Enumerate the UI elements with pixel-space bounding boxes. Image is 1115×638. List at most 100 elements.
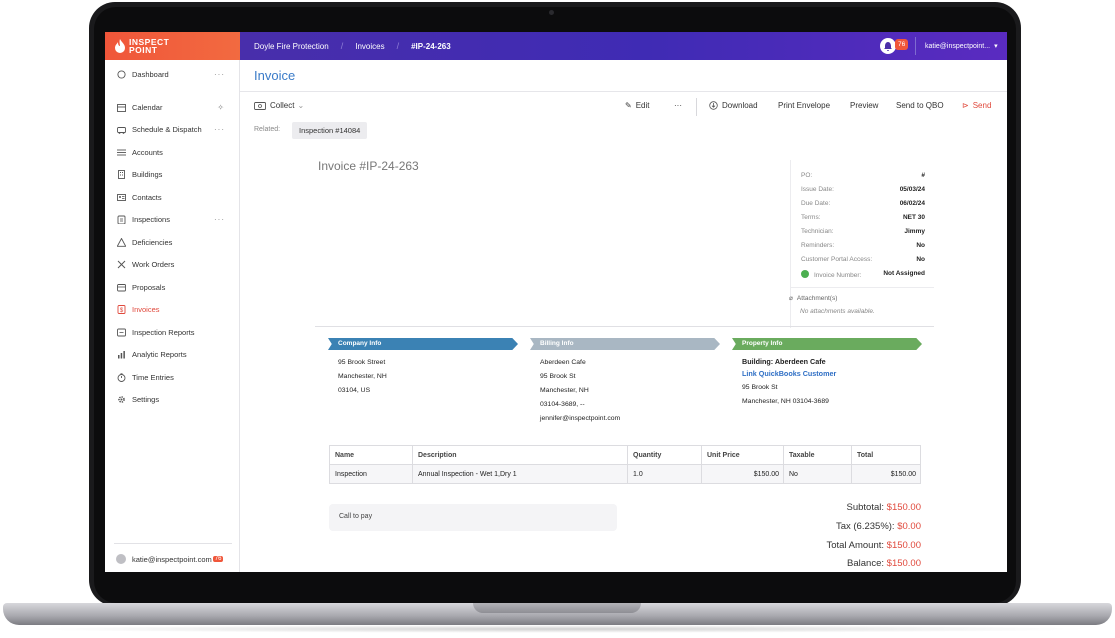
send-to-qbo-button[interactable]: Send to QBO — [896, 101, 944, 110]
sidebar-item-schedule[interactable]: Schedule & Dispatch ··· — [105, 119, 240, 139]
sidebar-item-accounts[interactable]: Accounts — [105, 142, 240, 162]
sidebar-item-label: Time Entries — [132, 372, 174, 382]
cell-taxable: No — [783, 464, 852, 484]
divider — [240, 91, 1007, 92]
notifications-button[interactable] — [880, 38, 896, 54]
app-logo[interactable]: INSPECT POINT — [105, 32, 240, 60]
sidebar-item-invoices[interactable]: $ Invoices — [105, 299, 240, 319]
report-icon — [116, 327, 126, 337]
sidebar-user[interactable]: katie@inspectpoint.com 76 — [116, 554, 224, 564]
edit-label: Edit — [635, 101, 650, 110]
camera-dot — [549, 10, 554, 15]
column-header: Description — [412, 445, 628, 465]
billing-info-header: Billing Info — [530, 338, 720, 350]
more-actions-button[interactable]: ··· — [674, 101, 682, 110]
preview-button[interactable]: Preview — [850, 101, 878, 110]
sidebar-item-settings[interactable]: Settings — [105, 389, 240, 409]
page-title: Invoice — [254, 68, 296, 83]
meta-issue-date: Issue Date: 05/03/24 — [801, 186, 925, 193]
line-items-table: Name Description Quantity Unit Price Tax… — [329, 445, 921, 484]
bar-chart-icon — [116, 349, 126, 359]
sidebar-item-label: Contacts — [132, 192, 162, 202]
column-header: Total — [851, 445, 921, 465]
related-label: Related: — [254, 126, 281, 133]
sidebar-item-label: Work Orders — [132, 259, 175, 269]
sidebar: Dashboard ··· Calendar ✧ Schedule & Disp… — [105, 60, 240, 572]
table-row[interactable]: Inspection Annual Inspection - Wet 1,Dry… — [329, 464, 921, 484]
cell-quantity: 1.0 — [627, 464, 702, 484]
divider — [315, 326, 934, 327]
notification-badge: 76 — [895, 39, 909, 50]
sidebar-item-calendar[interactable]: Calendar ✧ — [105, 97, 240, 117]
list-icon — [116, 147, 126, 157]
more-icon[interactable]: ··· — [214, 215, 225, 224]
property-info-header: Property Info — [732, 338, 922, 350]
sidebar-item-label: Dashboard — [132, 69, 169, 79]
bell-icon — [884, 42, 892, 51]
attachments-empty: No attachments available. — [800, 308, 875, 315]
link-quickbooks-customer[interactable]: Link QuickBooks Customer — [742, 368, 836, 380]
meta-reminders: Reminders: No — [801, 242, 925, 249]
chevron-down-icon: ⌄ — [297, 101, 305, 110]
sidebar-item-label: Invoices — [132, 304, 160, 314]
breadcrumb-company[interactable]: Doyle Fire Protection — [254, 42, 329, 51]
user-menu[interactable]: katie@inspectpoint... ▾ — [925, 32, 998, 60]
circle-icon — [116, 69, 126, 79]
stopwatch-icon — [116, 372, 126, 382]
send-icon: ⊳ — [962, 101, 969, 110]
laptop-notch — [473, 603, 641, 613]
sidebar-item-dashboard[interactable]: Dashboard ··· — [105, 64, 240, 84]
sidebar-item-inspections[interactable]: Inspections ··· — [105, 209, 240, 229]
contacts-icon — [116, 192, 126, 202]
download-icon — [709, 101, 718, 110]
table-header-row: Name Description Quantity Unit Price Tax… — [329, 445, 921, 465]
breadcrumb-current: #IP-24-263 — [411, 41, 451, 51]
more-icon[interactable]: ··· — [214, 70, 225, 79]
sidebar-item-buildings[interactable]: Buildings — [105, 164, 240, 184]
meta-portal-access: Customer Portal Access: No — [801, 256, 925, 263]
sidebar-item-label: Buildings — [132, 169, 163, 179]
sidebar-item-label: Inspection Reports — [132, 327, 195, 337]
edit-button[interactable]: ✎ Edit — [625, 101, 650, 110]
calendar-icon — [116, 102, 126, 112]
money-icon — [254, 101, 266, 110]
invoice-toolbar: Collect ⌄ ✎ Edit ··· Download Print Enve… — [254, 98, 999, 116]
print-envelope-button[interactable]: Print Envelope — [778, 101, 830, 110]
app-screen: INSPECT POINT Doyle Fire Protection / In… — [105, 32, 1007, 572]
breadcrumb-invoices[interactable]: Invoices — [355, 42, 384, 51]
sidebar-item-time-entries[interactable]: Time Entries — [105, 367, 240, 387]
company-info-header: Company Info — [328, 338, 518, 350]
cell-unit-price: $150.00 — [701, 464, 784, 484]
more-icon[interactable]: ··· — [214, 125, 225, 134]
paperclip-icon: ⌀ — [789, 295, 793, 302]
sparkle-icon[interactable]: ✧ — [217, 103, 225, 112]
tax-row: Tax (6.235%): $0.00 — [835, 521, 921, 532]
meta-invoice-number: Invoice Number: Not Assigned — [801, 270, 925, 279]
sidebar-user-email: katie@inspectpoint.com — [132, 554, 212, 564]
property-building: Building: Aberdeen Cafe — [742, 357, 826, 366]
column-header: Quantity — [627, 445, 702, 465]
sidebar-item-work-orders[interactable]: Work Orders — [105, 254, 240, 274]
related-inspection-chip[interactable]: Inspection #14084 — [292, 122, 368, 139]
warning-icon — [116, 237, 126, 247]
notification-badge: 76 — [212, 556, 224, 562]
send-button[interactable]: ⊳ Send — [962, 101, 991, 110]
sidebar-item-proposals[interactable]: Proposals — [105, 277, 240, 297]
sidebar-item-inspection-reports[interactable]: Inspection Reports — [105, 322, 240, 342]
user-email: katie@inspectpoint... — [925, 42, 991, 50]
invoice-heading: Invoice #IP-24-263 — [318, 159, 419, 173]
divider — [114, 543, 232, 544]
collect-button[interactable]: Collect ⌄ — [254, 101, 304, 110]
download-button[interactable]: Download — [709, 101, 758, 110]
billing-address: Aberdeen Cafe 95 Brook St Manchester, NH… — [540, 359, 621, 422]
wrench-icon — [116, 259, 126, 269]
column-header: Unit Price — [701, 445, 784, 465]
pencil-icon: ✎ — [625, 101, 632, 110]
invoice-note: Call to pay — [329, 504, 617, 531]
dollar-file-icon: $ — [116, 304, 126, 314]
divider — [696, 98, 697, 116]
balance-row: Balance: $150.00 — [847, 558, 921, 569]
sidebar-item-contacts[interactable]: Contacts — [105, 187, 240, 207]
sidebar-item-analytic-reports[interactable]: Analytic Reports — [105, 344, 240, 364]
sidebar-item-deficiencies[interactable]: Deficiencies — [105, 232, 240, 252]
